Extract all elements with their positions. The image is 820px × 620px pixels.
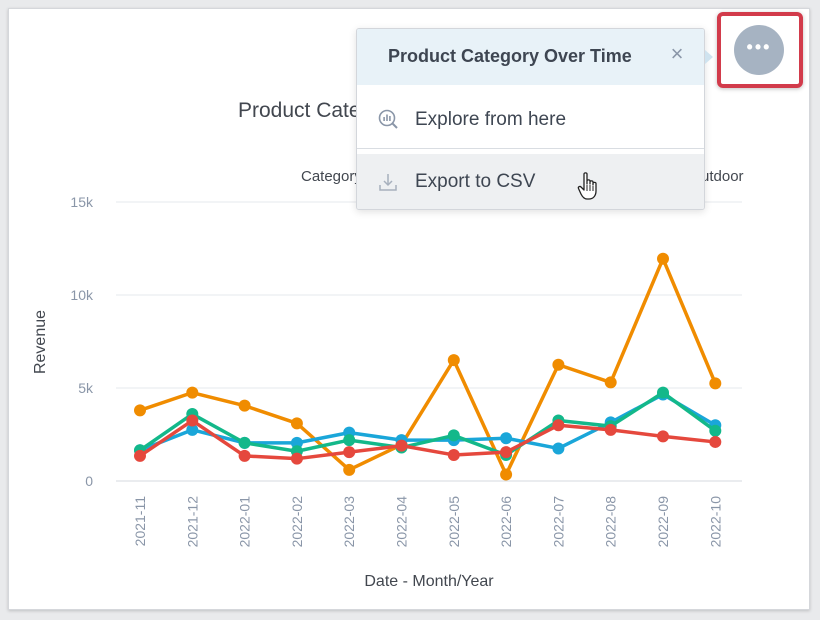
y-tick-label: 10k [70, 287, 94, 303]
data-point[interactable] [709, 435, 722, 448]
data-point[interactable] [343, 446, 356, 459]
data-point[interactable] [447, 354, 460, 367]
data-point[interactable] [500, 468, 513, 481]
menu-header: Product Category Over Time × [357, 29, 704, 85]
data-point[interactable] [552, 358, 565, 371]
data-point[interactable] [447, 429, 460, 442]
close-icon[interactable]: × [666, 43, 688, 65]
x-tick-label: 2022-05 [446, 496, 462, 548]
x-tick-label: 2022-06 [498, 496, 514, 548]
explore-icon [378, 109, 398, 129]
x-tick-label: 2021-12 [184, 496, 200, 548]
data-point[interactable] [238, 436, 251, 449]
x-tick-label: 2022-01 [237, 496, 253, 548]
data-point[interactable] [500, 446, 513, 459]
data-point[interactable] [447, 448, 460, 461]
data-point[interactable] [657, 252, 669, 265]
data-point[interactable] [134, 449, 146, 462]
x-tick-label: 2022-09 [655, 496, 671, 548]
y-axis-title: Revenue [32, 310, 49, 374]
data-point[interactable] [604, 423, 617, 436]
data-point[interactable] [134, 404, 146, 417]
data-point[interactable] [343, 434, 356, 447]
data-point[interactable] [395, 439, 408, 452]
data-point[interactable] [657, 386, 669, 399]
data-point[interactable] [186, 386, 199, 399]
x-tick-label: 2022-04 [394, 496, 410, 548]
options-menu: Product Category Over Time × Explore fro… [356, 28, 705, 210]
x-tick-label: 2022-10 [707, 496, 723, 548]
data-point[interactable] [238, 449, 251, 462]
series-0 [134, 252, 722, 481]
x-tick-label: 2022-07 [550, 496, 566, 548]
data-point[interactable] [290, 417, 303, 430]
menu-pointer-arrow [705, 50, 713, 64]
more-options-button[interactable]: ••• [734, 25, 784, 75]
data-point[interactable] [552, 419, 565, 432]
x-axis-ticks: 2021-11 2021-12 2022-01 2022-02 2022-03 2022-… [132, 496, 723, 548]
menu-item-export-csv[interactable]: Export to CSV [357, 154, 704, 209]
data-point[interactable] [709, 424, 722, 437]
x-tick-label: 2022-08 [603, 496, 619, 548]
data-point[interactable] [657, 430, 669, 443]
data-point[interactable] [238, 399, 251, 412]
data-point[interactable] [186, 414, 199, 427]
y-tick-label: 15k [70, 194, 94, 210]
y-axis-ticks: 0 5k 10k 15k [70, 194, 94, 489]
hand-pointer-cursor-icon [577, 172, 597, 200]
menu-title: Product Category Over Time [388, 46, 632, 66]
data-point[interactable] [343, 463, 356, 476]
menu-item-label: Export to CSV [415, 171, 536, 192]
data-point[interactable] [500, 432, 513, 445]
menu-item-explore[interactable]: Explore from here [357, 94, 704, 144]
x-tick-label: 2022-03 [341, 496, 357, 548]
menu-divider [357, 148, 704, 149]
y-tick-label: 0 [85, 473, 93, 489]
data-point[interactable] [290, 452, 303, 465]
x-axis-title: Date - Month/Year [364, 573, 494, 590]
x-tick-label: 2022-02 [289, 496, 305, 548]
more-horizontal-icon: ••• [746, 37, 772, 57]
data-point[interactable] [604, 376, 617, 389]
chart-series [134, 252, 722, 481]
x-tick-label: 2021-11 [132, 496, 148, 547]
download-icon [379, 174, 397, 191]
data-point[interactable] [552, 442, 565, 455]
y-tick-label: 5k [78, 380, 94, 396]
data-point[interactable] [709, 377, 722, 390]
menu-item-label: Explore from here [415, 109, 567, 130]
